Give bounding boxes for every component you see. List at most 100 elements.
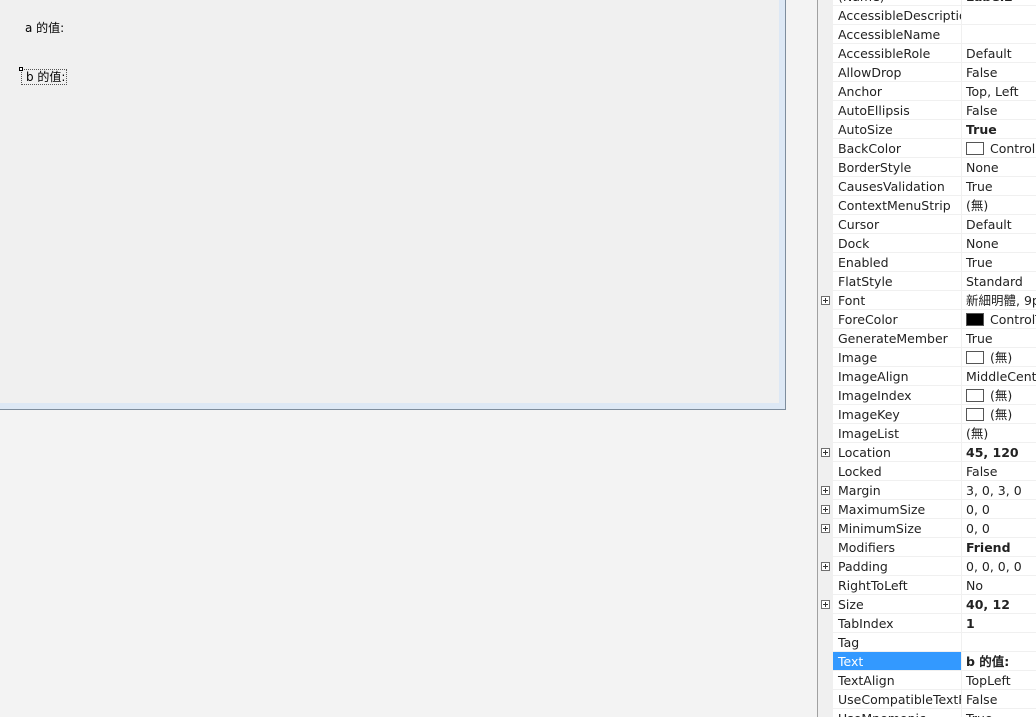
property-row[interactable]: Anchor Top, Left xyxy=(818,82,1036,101)
property-name[interactable]: Dock xyxy=(833,234,962,253)
property-value[interactable]: Top, Left xyxy=(962,82,1036,101)
property-row[interactable]: Location 45, 120 xyxy=(818,443,1036,462)
expand-plus-icon[interactable] xyxy=(821,296,830,305)
property-name[interactable]: ForeColor xyxy=(833,310,962,329)
property-row[interactable]: Enabled True xyxy=(818,253,1036,272)
property-value[interactable]: Default xyxy=(962,215,1036,234)
form-client-area[interactable]: a 的值: b 的值: xyxy=(0,0,779,403)
property-row[interactable]: GenerateMember True xyxy=(818,329,1036,348)
property-value[interactable]: (無) xyxy=(962,424,1036,443)
property-value[interactable]: True xyxy=(962,329,1036,348)
property-row[interactable]: Size 40, 12 xyxy=(818,595,1036,614)
property-name[interactable]: UseCompatibleTextRendering xyxy=(833,690,962,709)
property-row[interactable]: BackColor Control xyxy=(818,139,1036,158)
property-name[interactable]: GenerateMember xyxy=(833,329,962,348)
property-value[interactable]: MiddleCenter xyxy=(962,367,1036,386)
property-name[interactable]: Margin xyxy=(833,481,962,500)
property-row[interactable]: Cursor Default xyxy=(818,215,1036,234)
label-b[interactable]: b 的值: xyxy=(26,70,65,84)
property-value[interactable]: True xyxy=(962,253,1036,272)
label-b-selection[interactable]: b 的值: xyxy=(19,67,67,85)
property-value[interactable]: 0, 0 xyxy=(962,500,1036,519)
property-row[interactable]: Text b 的值: xyxy=(818,652,1036,671)
property-name[interactable]: AutoEllipsis xyxy=(833,101,962,120)
property-name[interactable]: Enabled xyxy=(833,253,962,272)
property-name[interactable]: Locked xyxy=(833,462,962,481)
property-name[interactable]: TabIndex xyxy=(833,614,962,633)
property-row[interactable]: UseMnemonic True xyxy=(818,709,1036,717)
property-value[interactable] xyxy=(962,633,1036,652)
property-value[interactable]: False xyxy=(962,690,1036,709)
property-name[interactable]: TextAlign xyxy=(833,671,962,690)
property-name[interactable]: Padding xyxy=(833,557,962,576)
expand-plus-icon[interactable] xyxy=(821,486,830,495)
property-value[interactable]: 45, 120 xyxy=(962,443,1036,462)
resize-grip-icon[interactable] xyxy=(19,67,23,71)
property-name[interactable]: Size xyxy=(833,595,962,614)
property-name[interactable]: AccessibleDescription xyxy=(833,6,962,25)
property-row[interactable]: FlatStyle Standard xyxy=(818,272,1036,291)
property-row[interactable]: Dock None xyxy=(818,234,1036,253)
property-name[interactable]: Text xyxy=(833,652,962,671)
property-row[interactable]: TextAlign TopLeft xyxy=(818,671,1036,690)
property-name[interactable]: AutoSize xyxy=(833,120,962,139)
property-row[interactable]: BorderStyle None xyxy=(818,158,1036,177)
property-value[interactable] xyxy=(962,6,1036,25)
property-value[interactable]: None xyxy=(962,234,1036,253)
property-value[interactable]: No xyxy=(962,576,1036,595)
property-value[interactable]: Standard xyxy=(962,272,1036,291)
property-value[interactable]: ControlText xyxy=(962,310,1036,329)
expand-plus-icon[interactable] xyxy=(821,448,830,457)
property-row[interactable]: ImageAlign MiddleCenter xyxy=(818,367,1036,386)
property-row[interactable]: ContextMenuStrip (無) xyxy=(818,196,1036,215)
property-value[interactable]: 新細明體, 9pt xyxy=(962,291,1036,310)
property-row[interactable]: Padding 0, 0, 0, 0 xyxy=(818,557,1036,576)
property-value[interactable]: (無) xyxy=(962,405,1036,424)
property-value[interactable]: b 的值: xyxy=(962,652,1036,671)
property-value[interactable] xyxy=(962,25,1036,44)
property-name[interactable]: ImageKey xyxy=(833,405,962,424)
property-name[interactable]: UseMnemonic xyxy=(833,709,962,717)
property-value[interactable]: (無) xyxy=(962,196,1036,215)
property-value[interactable]: True xyxy=(962,120,1036,139)
property-value[interactable]: 0, 0 xyxy=(962,519,1036,538)
property-name[interactable]: Modifiers xyxy=(833,538,962,557)
form-design-surface[interactable]: a 的值: b 的值: xyxy=(0,0,817,717)
property-row[interactable]: AllowDrop False xyxy=(818,63,1036,82)
property-name[interactable]: CausesValidation xyxy=(833,177,962,196)
property-value[interactable]: 40, 12 xyxy=(962,595,1036,614)
property-name[interactable]: ImageList xyxy=(833,424,962,443)
property-name[interactable]: Anchor xyxy=(833,82,962,101)
property-row[interactable]: TabIndex 1 xyxy=(818,614,1036,633)
property-value[interactable]: False xyxy=(962,101,1036,120)
expand-plus-icon[interactable] xyxy=(821,600,830,609)
property-row[interactable]: ImageKey (無) xyxy=(818,405,1036,424)
property-name[interactable]: Font xyxy=(833,291,962,310)
property-name[interactable]: Location xyxy=(833,443,962,462)
form-window[interactable]: a 的值: b 的值: xyxy=(0,0,786,410)
property-row[interactable]: AccessibleName xyxy=(818,25,1036,44)
property-row[interactable]: ImageIndex (無) xyxy=(818,386,1036,405)
property-value[interactable]: 0, 0, 0, 0 xyxy=(962,557,1036,576)
property-row[interactable]: MinimumSize 0, 0 xyxy=(818,519,1036,538)
property-value[interactable]: TopLeft xyxy=(962,671,1036,690)
property-value[interactable]: True xyxy=(962,177,1036,196)
property-row[interactable]: AutoSize True xyxy=(818,120,1036,139)
property-value[interactable]: False xyxy=(962,63,1036,82)
property-name[interactable]: BackColor xyxy=(833,139,962,158)
expand-plus-icon[interactable] xyxy=(821,562,830,571)
property-value[interactable]: Default xyxy=(962,44,1036,63)
property-name[interactable]: FlatStyle xyxy=(833,272,962,291)
property-name[interactable]: AllowDrop xyxy=(833,63,962,82)
property-row[interactable]: Image (無) xyxy=(818,348,1036,367)
property-name[interactable]: Tag xyxy=(833,633,962,652)
property-name[interactable]: AccessibleName xyxy=(833,25,962,44)
property-row[interactable]: Locked False xyxy=(818,462,1036,481)
property-value[interactable]: 1 xyxy=(962,614,1036,633)
property-row[interactable]: ImageList (無) xyxy=(818,424,1036,443)
property-value[interactable]: True xyxy=(962,709,1036,717)
property-name[interactable]: ImageIndex xyxy=(833,386,962,405)
property-row[interactable]: Modifiers Friend xyxy=(818,538,1036,557)
property-name[interactable]: MinimumSize xyxy=(833,519,962,538)
property-name[interactable]: RightToLeft xyxy=(833,576,962,595)
